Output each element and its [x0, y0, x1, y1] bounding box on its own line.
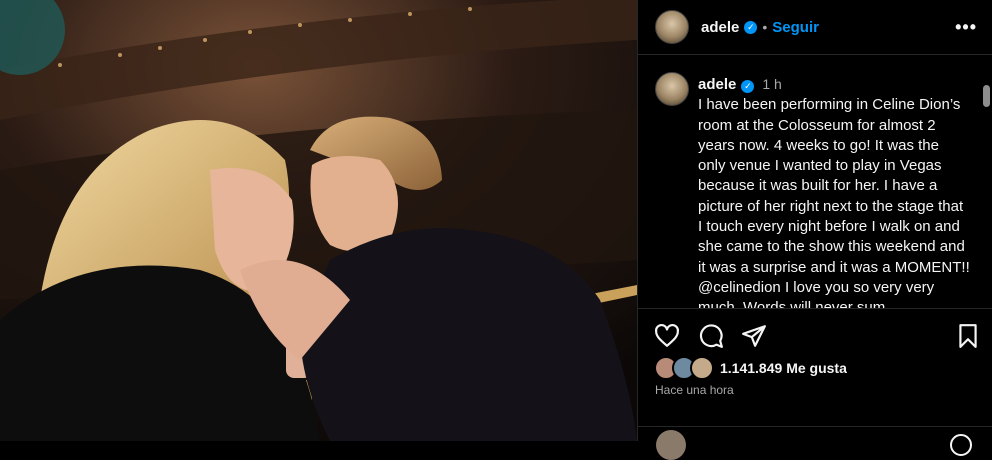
- post-photo[interactable]: [0, 0, 637, 441]
- caption-time: 1 h: [762, 76, 782, 92]
- posted-time[interactable]: Hace una hora: [655, 383, 734, 397]
- post-side-panel: adele ✓ • Seguir ••• adele ✓ 1 h I have be…: [637, 0, 992, 460]
- likes-label: Me gusta: [786, 360, 847, 376]
- post-header: adele ✓ • Seguir •••: [638, 0, 992, 55]
- viewer-avatar: [656, 430, 686, 460]
- caption-block: adele ✓ 1 h I have been performing in Celi…: [698, 74, 970, 308]
- caption-scrollbar[interactable]: [983, 85, 990, 107]
- heart-icon[interactable]: [654, 323, 680, 349]
- author-username[interactable]: adele: [701, 19, 739, 36]
- likes-count[interactable]: 1.141.849 Me gusta: [720, 360, 847, 376]
- more-options-icon[interactable]: •••: [955, 17, 977, 38]
- follow-button[interactable]: Seguir: [772, 19, 819, 36]
- photo-illustration: [0, 0, 637, 441]
- caption-verified-badge-icon: ✓: [741, 79, 755, 93]
- send-icon[interactable]: [741, 323, 767, 349]
- comment-bar-divider: [638, 426, 992, 442]
- caption-text: I have been performing in Celine Dion’s …: [698, 96, 970, 308]
- comment-icon[interactable]: [698, 323, 724, 349]
- verified-badge-icon: ✓: [744, 20, 758, 34]
- emoji-icon[interactable]: [950, 434, 972, 456]
- caption-author-avatar[interactable]: [655, 72, 689, 106]
- author-avatar[interactable]: [655, 10, 689, 44]
- liker-avatar: [690, 356, 714, 380]
- likes-row: 1.141.849 Me gusta: [654, 356, 847, 380]
- bookmark-icon[interactable]: [955, 323, 981, 349]
- caption-username[interactable]: adele: [698, 76, 736, 93]
- separator-dot: •: [762, 19, 768, 35]
- action-bar: [638, 308, 992, 362]
- caption-section: adele ✓ 1 h I have been performing in Celi…: [638, 58, 983, 308]
- likes-number: 1.141.849: [720, 360, 783, 376]
